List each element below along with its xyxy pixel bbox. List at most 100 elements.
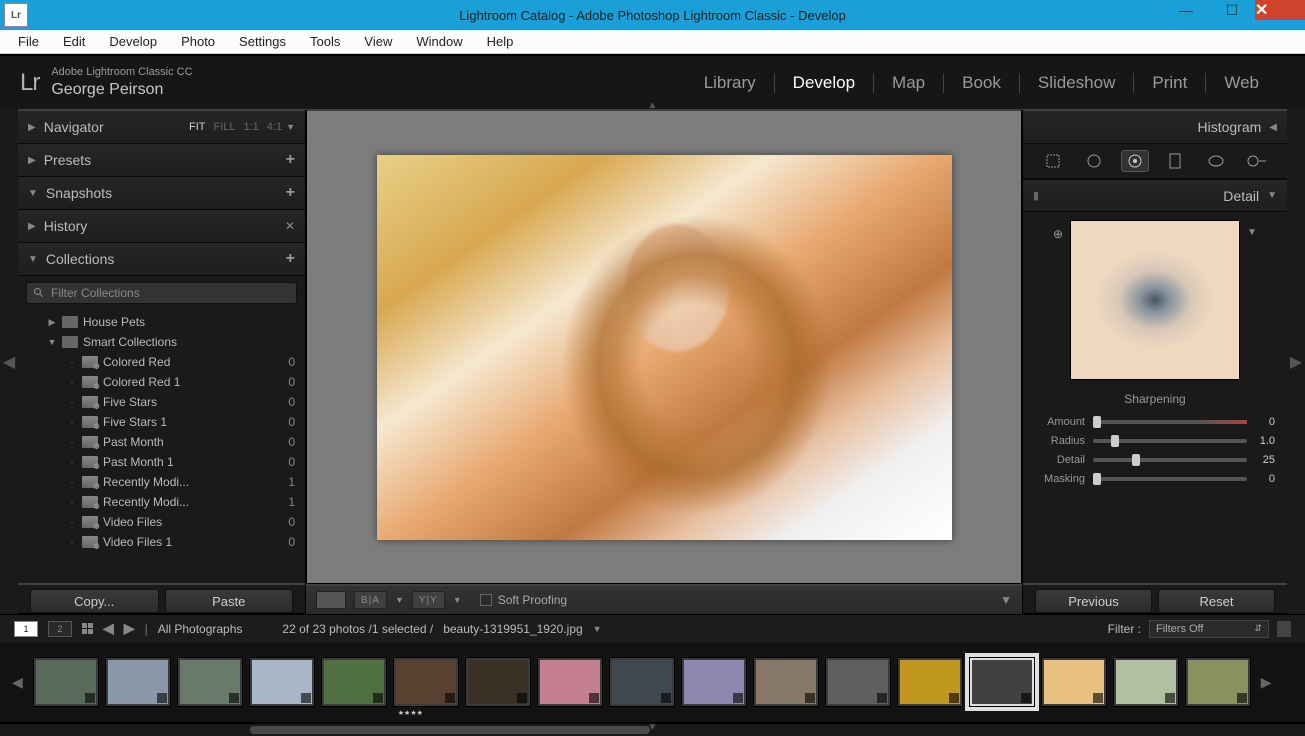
close-button[interactable]: ✕	[1255, 0, 1305, 20]
slider-track[interactable]	[1093, 439, 1247, 443]
filmstrip-thumb[interactable]	[249, 657, 315, 707]
filmstrip-thumb[interactable]	[1113, 657, 1179, 707]
secondary-display-button[interactable]: 2	[48, 621, 72, 637]
slider-knob[interactable]	[1093, 416, 1101, 428]
detail-preview[interactable]: ⊕ ▼	[1070, 220, 1240, 380]
menu-settings[interactable]: Settings	[229, 32, 296, 51]
snapshots-panel-header[interactable]: ▼Snapshots +	[18, 177, 305, 210]
disclosure-icon[interactable]: ▶	[47, 317, 57, 328]
filter-dropdown[interactable]: Filters Off⇵	[1149, 620, 1269, 638]
slider-knob[interactable]	[1093, 473, 1101, 485]
collection-row[interactable]: ·Video Files0	[18, 512, 305, 532]
menu-edit[interactable]: Edit	[53, 32, 95, 51]
navigator-panel-header[interactable]: ▶Navigator FITFILL1:14:1 ▼	[18, 111, 305, 144]
filmstrip-thumb[interactable]	[1041, 657, 1107, 707]
adjustment-brush-button[interactable]	[1243, 150, 1271, 172]
disclosure-icon[interactable]: ▼	[47, 337, 57, 347]
collection-row[interactable]: ·Recently Modi...1	[18, 472, 305, 492]
filename-menu-icon[interactable]: ▼	[593, 624, 602, 634]
collection-row[interactable]: ·Past Month 10	[18, 452, 305, 472]
grid-view-icon[interactable]	[82, 623, 93, 634]
maximize-button[interactable]: ☐	[1209, 0, 1255, 20]
before-after-horizontal-button[interactable]: B|A	[354, 591, 387, 609]
canvas-area[interactable]	[306, 109, 1022, 584]
slider-radius[interactable]: Radius1.0	[1035, 431, 1275, 450]
module-print[interactable]: Print	[1134, 73, 1206, 93]
filmstrip-thumb[interactable]	[33, 657, 99, 707]
main-photo[interactable]	[377, 155, 952, 540]
slider-masking[interactable]: Masking0	[1035, 469, 1275, 488]
slider-track[interactable]	[1093, 420, 1247, 424]
detail-panel-header[interactable]: ▮ Detail ▼	[1023, 179, 1287, 212]
filmstrip-thumb[interactable]	[681, 657, 747, 707]
filmstrip-thumb[interactable]	[609, 657, 675, 707]
navigator-zoom-opts[interactable]: FITFILL1:14:1	[189, 121, 282, 133]
left-collapse-handle[interactable]: ◀	[0, 109, 18, 614]
soft-proofing-toggle[interactable]: Soft Proofing	[480, 593, 567, 607]
collection-row[interactable]: ·Five Stars 10	[18, 412, 305, 432]
menu-develop[interactable]: Develop	[99, 32, 167, 51]
collection-row[interactable]: ·Five Stars0	[18, 392, 305, 412]
nav-zoom-fill[interactable]: FILL	[213, 121, 235, 133]
nav-zoom-fit[interactable]: FIT	[189, 121, 206, 133]
presets-panel-header[interactable]: ▶Presets +	[18, 144, 305, 177]
menu-photo[interactable]: Photo	[171, 32, 225, 51]
module-library[interactable]: Library	[686, 73, 775, 93]
next-photo-button[interactable]: ▶	[124, 620, 135, 637]
module-map[interactable]: Map	[874, 73, 944, 93]
filmstrip-thumb[interactable]	[753, 657, 819, 707]
chevron-down-icon[interactable]: ▼	[395, 595, 404, 605]
collection-row[interactable]: ·Past Month0	[18, 432, 305, 452]
module-web[interactable]: Web	[1206, 73, 1277, 93]
previous-button[interactable]: Previous	[1035, 589, 1152, 613]
graduated-filter-button[interactable]	[1161, 150, 1189, 172]
minimize-button[interactable]: —	[1163, 0, 1209, 20]
radial-filter-button[interactable]	[1202, 150, 1230, 172]
redeye-tool-button[interactable]	[1121, 150, 1149, 172]
module-book[interactable]: Book	[944, 73, 1020, 93]
filmstrip-thumb[interactable]	[969, 657, 1035, 707]
menu-view[interactable]: View	[354, 32, 402, 51]
filmstrip-thumb[interactable]	[177, 657, 243, 707]
clear-history-button[interactable]: ✕	[285, 219, 295, 233]
slider-knob[interactable]	[1132, 454, 1140, 466]
filename-text[interactable]: beauty-1319951_1920.jpg	[443, 622, 582, 636]
add-collection-button[interactable]: +	[286, 250, 295, 268]
history-panel-header[interactable]: ▶History ✕	[18, 210, 305, 243]
collection-row[interactable]: ·Recently Modi...1	[18, 492, 305, 512]
menu-window[interactable]: Window	[406, 32, 472, 51]
collections-panel-header[interactable]: ▼Collections +	[18, 243, 305, 276]
nav-zoom-4:1[interactable]: 4:1	[267, 121, 282, 133]
filmstrip-thumb[interactable]	[537, 657, 603, 707]
copy-button[interactable]: Copy...	[30, 589, 159, 613]
slider-track[interactable]	[1093, 477, 1247, 481]
filmstrip-thumb[interactable]: ★★★★	[393, 657, 459, 707]
filmstrip-thumb[interactable]	[897, 657, 963, 707]
module-develop[interactable]: Develop	[775, 73, 874, 93]
filmstrip-thumb[interactable]	[105, 657, 171, 707]
filmstrip-thumb[interactable]	[1185, 657, 1251, 707]
before-after-vertical-button[interactable]: Y|Y	[412, 591, 445, 609]
filter-collections-input[interactable]: Filter Collections	[26, 282, 297, 304]
add-snapshot-button[interactable]: +	[286, 184, 295, 202]
chevron-down-icon[interactable]: ▼	[1247, 227, 1257, 238]
filmstrip-thumb[interactable]	[465, 657, 531, 707]
collection-row[interactable]: ▶House Pets	[18, 312, 305, 332]
right-collapse-handle[interactable]: ▶	[1287, 109, 1305, 614]
slider-amount[interactable]: Amount0	[1035, 412, 1275, 431]
menu-tools[interactable]: Tools	[300, 32, 350, 51]
menu-file[interactable]: File	[8, 32, 49, 51]
source-label[interactable]: All Photographs	[158, 622, 243, 636]
filmstrip-thumb[interactable]	[321, 657, 387, 707]
toolbar-menu-button[interactable]: ▼	[1000, 593, 1012, 607]
histogram-panel-header[interactable]: Histogram ◀	[1023, 111, 1287, 144]
loupe-view-button[interactable]	[316, 591, 346, 609]
reset-button[interactable]: Reset	[1158, 589, 1275, 613]
slider-detail[interactable]: Detail25	[1035, 450, 1275, 469]
collection-row[interactable]: ·Video Files 10	[18, 532, 305, 552]
slider-knob[interactable]	[1111, 435, 1119, 447]
crop-tool-button[interactable]	[1039, 150, 1067, 172]
filmstrip-thumb[interactable]	[825, 657, 891, 707]
panel-switch-icon[interactable]: ▮	[1033, 189, 1039, 202]
collection-row[interactable]: ·Colored Red0	[18, 352, 305, 372]
